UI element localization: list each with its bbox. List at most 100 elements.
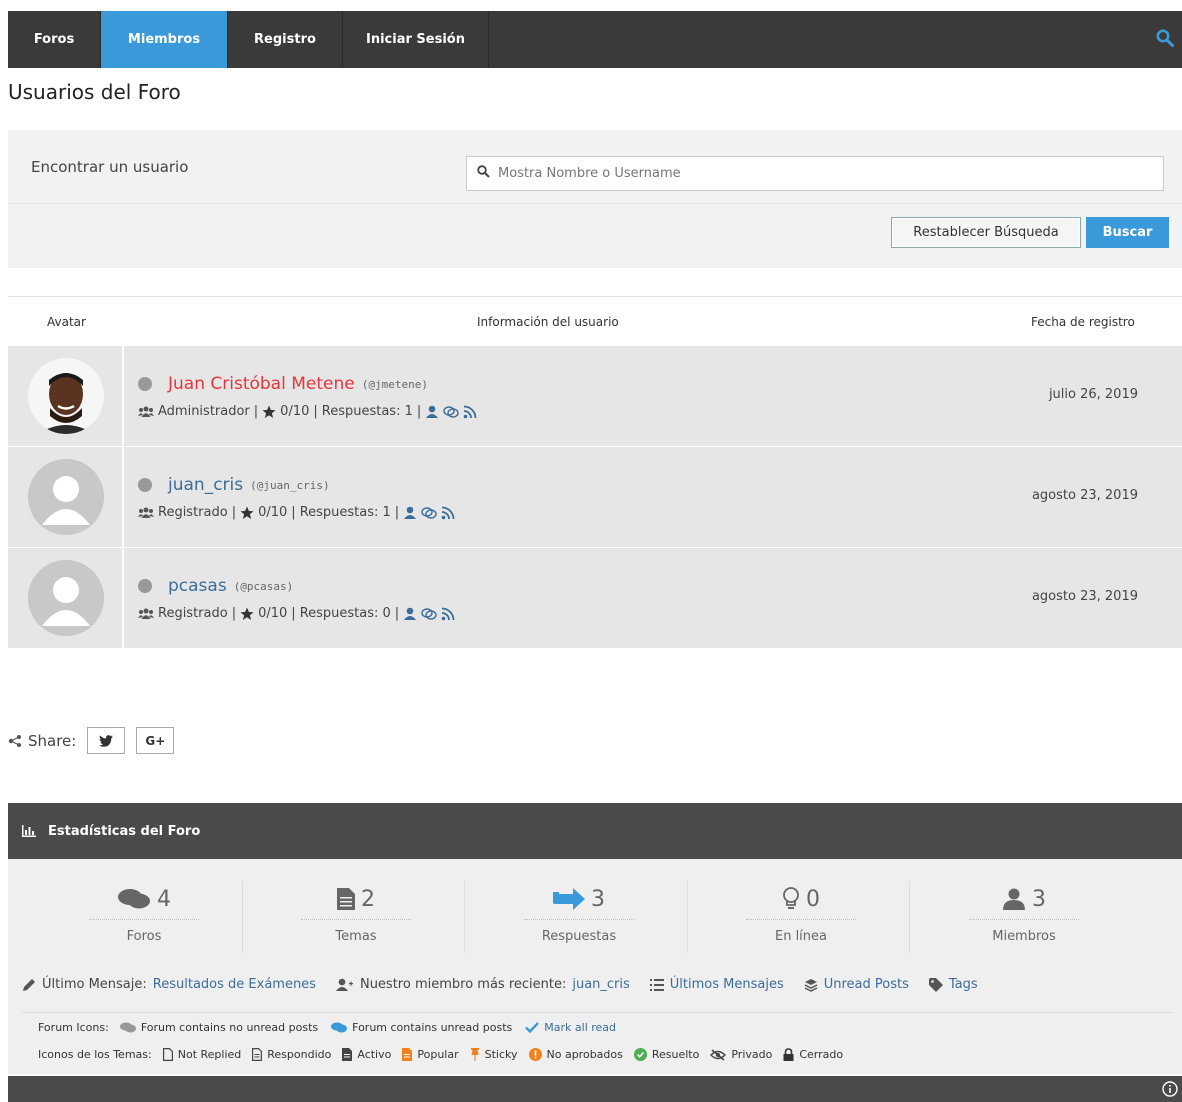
topic-icons-legend: Iconos de los Temas: Not Replied Respond… bbox=[38, 1048, 843, 1061]
user-name-link[interactable]: juan_cris bbox=[168, 475, 243, 495]
share-icon bbox=[8, 734, 22, 748]
search-input[interactable] bbox=[498, 166, 1098, 181]
last-post-label: Último Mensaje: bbox=[42, 977, 147, 992]
legend-text: Resuelto bbox=[651, 1048, 700, 1061]
page-title: Usuarios del Foro bbox=[8, 80, 181, 104]
stats-header: Estadísticas del Foro bbox=[8, 803, 1182, 859]
share-label: Share: bbox=[28, 731, 77, 750]
column-header-avatar: Avatar bbox=[47, 315, 86, 329]
avatar[interactable] bbox=[28, 560, 104, 636]
lightbulb-icon bbox=[782, 887, 800, 911]
messages-icon[interactable] bbox=[421, 506, 437, 520]
nav-item-iniciar-sesion[interactable]: Iniciar Sesión bbox=[343, 11, 489, 68]
status-dot bbox=[138, 377, 152, 391]
profile-icon[interactable] bbox=[403, 506, 417, 520]
messages-icon[interactable] bbox=[443, 405, 459, 419]
user-search-panel: Encontrar un usuario Restablecer Búsqued… bbox=[8, 130, 1182, 268]
forum-icons-legend: Forum Icons: Forum contains no unread po… bbox=[38, 1021, 616, 1034]
stats-links: Último Mensaje: Resultados de Exámenes N… bbox=[22, 977, 978, 992]
search-field[interactable] bbox=[466, 156, 1164, 191]
nav-item-miembros[interactable]: Miembros bbox=[101, 11, 228, 68]
table-row: Juan Cristóbal Metene (@jmetene) Adminis… bbox=[8, 346, 1182, 446]
stat-label: Respuestas bbox=[541, 929, 617, 944]
stat-value: 3 bbox=[591, 886, 605, 912]
stat-value: 2 bbox=[361, 886, 375, 912]
newest-member-label: Nuestro miembro más reciente: bbox=[359, 977, 567, 992]
users-icon bbox=[138, 406, 154, 418]
user-replies: Respuestas: 1 bbox=[321, 404, 413, 419]
unread-posts-link[interactable]: Unread Posts bbox=[824, 977, 909, 992]
googleplus-share-button[interactable]: G+ bbox=[136, 727, 175, 754]
user-handle: (@juan_cris) bbox=[250, 478, 330, 492]
profile-icon[interactable] bbox=[425, 405, 439, 419]
file-orange-icon bbox=[402, 1048, 413, 1061]
column-header-info: Información del usuario bbox=[477, 315, 619, 329]
rss-icon[interactable] bbox=[441, 607, 455, 621]
tags-link[interactable]: Tags bbox=[949, 977, 978, 992]
legend-text: Not Replied bbox=[177, 1048, 242, 1061]
latest-posts-link[interactable]: Últimos Mensajes bbox=[670, 977, 784, 992]
profile-icon[interactable] bbox=[403, 607, 417, 621]
user-handle: (@jmetene) bbox=[361, 377, 428, 391]
chat-grey-icon bbox=[119, 1022, 136, 1033]
legend-text: Respondido bbox=[267, 1048, 332, 1061]
legend-text: Cerrado bbox=[799, 1048, 844, 1061]
nav-item-registro[interactable]: Registro bbox=[228, 11, 343, 68]
stat-online: 0 En línea bbox=[690, 884, 912, 944]
file-lines-icon bbox=[252, 1048, 263, 1061]
forums-icon bbox=[117, 888, 151, 910]
file-outline-icon bbox=[162, 1048, 173, 1061]
rss-icon[interactable] bbox=[441, 506, 455, 520]
divider bbox=[8, 203, 1182, 204]
messages-icon[interactable] bbox=[421, 607, 437, 621]
tag-icon bbox=[928, 977, 943, 992]
avatar[interactable] bbox=[28, 358, 104, 434]
user-replies: Respuestas: 0 bbox=[299, 606, 391, 621]
info-icon[interactable] bbox=[1162, 1081, 1178, 1101]
last-post-link[interactable]: Resultados de Exámenes bbox=[153, 977, 316, 992]
legend-text: Popular bbox=[417, 1048, 459, 1061]
twitter-share-button[interactable] bbox=[87, 727, 126, 754]
search-icon[interactable] bbox=[1156, 29, 1174, 51]
pencil-icon bbox=[22, 978, 36, 992]
star-icon bbox=[262, 405, 276, 419]
nav-item-foros[interactable]: Foros bbox=[8, 11, 101, 68]
legend-text: Forum contains no unread posts bbox=[140, 1021, 319, 1034]
rss-icon[interactable] bbox=[463, 405, 477, 419]
stat-topics: 2 Temas bbox=[245, 884, 467, 944]
lock-icon bbox=[783, 1048, 794, 1061]
stat-replies: 3 Respuestas bbox=[468, 884, 690, 944]
top-navigation: Foros Miembros Registro Iniciar Sesión bbox=[8, 11, 1182, 68]
user-meta: Registrado | 0/10 | Respuestas: 0 | bbox=[138, 606, 455, 621]
stats-panel: 4 Foros 2 Temas 3 Respuestas 0 En línea … bbox=[8, 859, 1182, 1074]
footer-bar bbox=[8, 1076, 1182, 1102]
users-icon bbox=[138, 507, 154, 519]
user-name-link[interactable]: pcasas bbox=[168, 576, 227, 596]
stat-label: Foros bbox=[126, 929, 162, 944]
table-row: juan_cris (@juan_cris) Registrado | 0/10… bbox=[8, 447, 1182, 547]
stat-value: 0 bbox=[806, 886, 820, 912]
legend-label: Iconos de los Temas: bbox=[38, 1048, 152, 1061]
search-button[interactable]: Buscar bbox=[1086, 217, 1169, 248]
check-circle-icon bbox=[633, 1048, 647, 1061]
divider bbox=[8, 296, 1182, 297]
user-name-link[interactable]: Juan Cristóbal Metene bbox=[168, 374, 355, 394]
stat-value: 3 bbox=[1032, 886, 1046, 912]
registration-date: agosto 23, 2019 bbox=[1031, 488, 1138, 503]
stats-title: Estadísticas del Foro bbox=[48, 823, 201, 839]
legend-text: No aprobados bbox=[546, 1048, 623, 1061]
pin-icon bbox=[470, 1048, 480, 1061]
file-solid-icon bbox=[342, 1048, 353, 1061]
star-icon bbox=[240, 506, 254, 520]
stat-forums: 4 Foros bbox=[33, 884, 255, 944]
avatar[interactable] bbox=[28, 459, 104, 535]
mark-all-read-link[interactable]: Mark all read bbox=[544, 1021, 616, 1034]
legend-text: Sticky bbox=[484, 1048, 518, 1061]
column-header-date: Fecha de registro bbox=[1031, 315, 1135, 329]
reset-search-button[interactable]: Restablecer Búsqueda bbox=[891, 217, 1081, 248]
user-role: Registrado bbox=[158, 505, 228, 520]
legend-label: Forum Icons: bbox=[38, 1021, 109, 1034]
reply-icon bbox=[553, 888, 585, 910]
alert-icon bbox=[528, 1048, 542, 1061]
newest-member-link[interactable]: juan_cris bbox=[572, 977, 629, 992]
